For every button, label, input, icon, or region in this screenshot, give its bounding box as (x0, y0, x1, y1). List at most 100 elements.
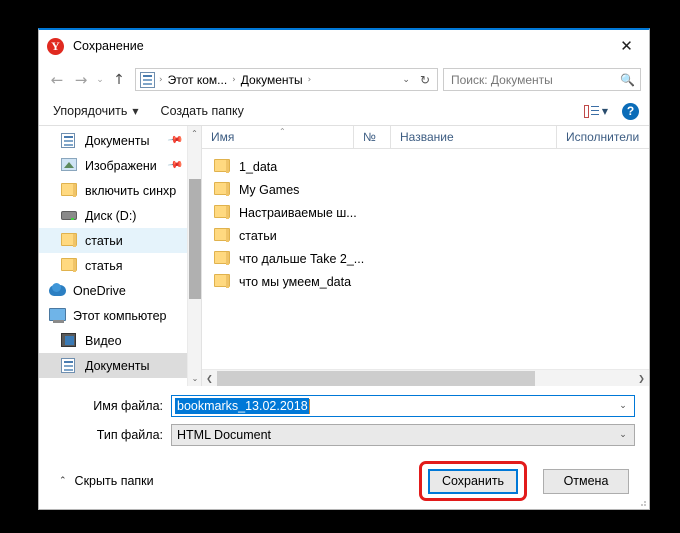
command-toolbar: Упорядочить ▼ Создать папку ▼ ? (39, 97, 649, 126)
up-one-level-icon[interactable]: ↑ (107, 68, 131, 92)
file-row[interactable]: Настраиваемые ш... (202, 201, 649, 224)
folder-icon (61, 258, 78, 273)
dialog-body: Документы 📌 Изображени 📌 включить синхр Диск … (39, 126, 649, 386)
chevron-down-icon[interactable]: ▼ (602, 107, 608, 116)
hide-folders-button[interactable]: ⌃ Скрыть папки (59, 474, 154, 488)
folder-icon (61, 233, 78, 248)
text-caret (309, 399, 310, 414)
sidebar-item-1[interactable]: Изображени 📌 (39, 153, 187, 178)
sidebar-item-0[interactable]: Документы 📌 (39, 128, 187, 153)
computer-icon (49, 308, 66, 323)
filetype-value: HTML Document (177, 428, 271, 442)
folder-icon (61, 183, 78, 198)
file-name: 1_data (239, 160, 277, 174)
resize-grip[interactable] (638, 498, 646, 506)
navigation-bar: ← → ⌄ ↑ › Этот ком... › Документы › ⌄ ↻ … (39, 62, 649, 97)
column-header-2[interactable]: Название (391, 126, 557, 148)
sidebar-item-3[interactable]: Диск (D:) (39, 203, 187, 228)
file-name: что мы умеем_data (239, 275, 351, 289)
sidebar-item-label: Видео (85, 334, 122, 348)
close-icon[interactable]: ✕ (604, 31, 649, 61)
scroll-up-icon[interactable]: ⌃ (188, 126, 201, 141)
breadcrumb-separator: › (230, 75, 238, 85)
folder-icon (214, 228, 231, 243)
column-header-label: № (363, 130, 376, 144)
sidebar-item-label: статья (85, 259, 123, 273)
sidebar-item-6[interactable]: OneDrive (39, 278, 187, 303)
search-input[interactable]: Поиск: Документы (451, 73, 620, 87)
help-button[interactable]: ? (622, 103, 639, 120)
sidebar-item-2[interactable]: включить синхр (39, 178, 187, 203)
file-row[interactable]: что дальше Take 2_... (202, 247, 649, 270)
drive-icon (61, 208, 78, 223)
save-form: Имя файла: bookmarks_13.02.2018 ⌄ Тип фа… (39, 386, 649, 453)
breadcrumb-separator: › (157, 75, 165, 85)
filename-value[interactable]: bookmarks_13.02.2018 (175, 398, 309, 414)
column-header-0[interactable]: Имя⌃ (202, 126, 354, 148)
file-row[interactable]: My Games (202, 178, 649, 201)
back-icon[interactable]: ← (45, 68, 69, 92)
filename-input[interactable]: bookmarks_13.02.2018 ⌄ (171, 395, 635, 417)
folder-icon (214, 251, 231, 266)
pin-icon[interactable]: 📌 (166, 132, 183, 148)
sidebar-item-4[interactable]: статьи (39, 228, 187, 253)
sidebar-item-5[interactable]: статья (39, 253, 187, 278)
scroll-down-icon[interactable]: ⌄ (188, 371, 202, 386)
breadcrumb-item-this-pc[interactable]: Этот ком... (165, 73, 231, 87)
sidebar-item-label: Документы (85, 134, 149, 148)
cloud-icon (49, 283, 66, 298)
organize-button[interactable]: Упорядочить ▼ (53, 104, 139, 118)
dialog-footer: ⌃ Скрыть папки Сохранить Отмена (39, 453, 649, 509)
column-header-3[interactable]: Исполнители (557, 126, 649, 148)
address-bar[interactable]: › Этот ком... › Документы › ⌄ ↻ (135, 68, 438, 91)
document-icon (61, 133, 78, 148)
cancel-button[interactable]: Отмена (543, 469, 629, 494)
view-layout-icon[interactable] (584, 105, 599, 118)
filename-dropdown-icon[interactable]: ⌄ (612, 401, 634, 411)
filename-row: Имя файла: bookmarks_13.02.2018 ⌄ (53, 395, 635, 417)
document-icon (61, 358, 78, 373)
filetype-row: Тип файла: HTML Document ⌄ (53, 424, 635, 446)
refresh-icon[interactable]: ↻ (416, 73, 434, 87)
file-name: My Games (239, 183, 299, 197)
sidebar-item-label: Диск (D:) (85, 209, 136, 223)
sidebar-item-label: включить синхр (85, 184, 176, 198)
scrollbar-thumb[interactable] (217, 371, 535, 386)
column-header-label: Исполнители (566, 130, 639, 144)
sidebar-item-9[interactable]: Документы (39, 353, 187, 378)
sidebar-item-label: OneDrive (73, 284, 126, 298)
scroll-right-icon[interactable]: ❯ (634, 374, 649, 383)
navigation-list: Документы 📌 Изображени 📌 включить синхр Диск … (39, 126, 187, 386)
sidebar-item-7[interactable]: Этот компьютер (39, 303, 187, 328)
sidebar-vertical-scrollbar[interactable]: ⌃ ⌄ (187, 126, 201, 386)
file-list-horizontal-scrollbar[interactable]: ❮ ❯ (202, 369, 649, 386)
breadcrumb-documents-icon (140, 72, 155, 88)
sidebar-item-8[interactable]: Видео (39, 328, 187, 353)
recent-locations-icon[interactable]: ⌄ (93, 68, 107, 92)
sidebar-item-label: статьи (85, 234, 123, 248)
search-box[interactable]: Поиск: Документы 🔍 (443, 68, 641, 91)
file-row[interactable]: 1_data (202, 155, 649, 178)
title-bar: Y Сохранение ✕ (39, 30, 649, 62)
folder-icon (214, 159, 231, 174)
forward-icon[interactable]: → (69, 68, 93, 92)
filetype-select[interactable]: HTML Document ⌄ (171, 424, 635, 446)
scrollbar-thumb[interactable] (189, 179, 201, 299)
file-name: что дальше Take 2_... (239, 252, 364, 266)
sort-ascending-icon: ⌃ (279, 127, 286, 136)
yandex-logo-icon: Y (47, 38, 64, 55)
pin-icon[interactable]: 📌 (166, 157, 183, 173)
filetype-dropdown-icon[interactable]: ⌄ (612, 430, 634, 440)
address-dropdown-icon[interactable]: ⌄ (396, 75, 416, 85)
scroll-left-icon[interactable]: ❮ (202, 374, 217, 383)
new-folder-button[interactable]: Создать папку (161, 104, 244, 118)
file-row[interactable]: статьи (202, 224, 649, 247)
breadcrumb-item-documents[interactable]: Документы (238, 73, 306, 87)
column-header-1[interactable]: № (354, 126, 391, 148)
sidebar-item-label: Изображени (85, 159, 157, 173)
file-row[interactable]: что мы умеем_data (202, 270, 649, 293)
organize-label: Упорядочить (53, 104, 127, 118)
breadcrumb-separator: › (306, 75, 314, 85)
save-button[interactable]: Сохранить (428, 469, 518, 494)
folder-icon (214, 182, 231, 197)
